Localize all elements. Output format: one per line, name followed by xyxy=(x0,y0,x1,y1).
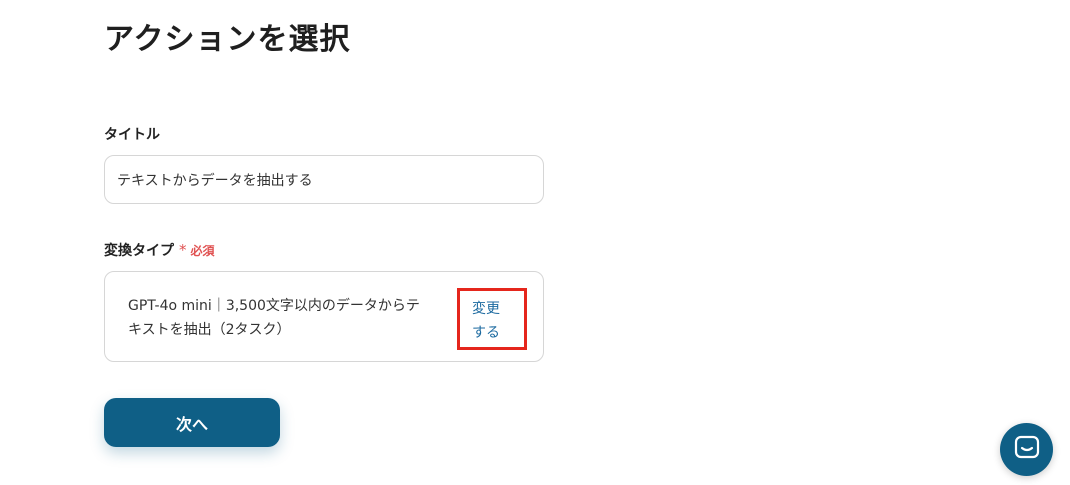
type-field-label: 変換タイプ * 必須 xyxy=(104,240,215,260)
change-link-line2: する xyxy=(472,325,500,341)
title-label-text: タイトル xyxy=(104,127,160,143)
conversion-type-value-line2: キストを抽出（2タスク） xyxy=(128,322,291,338)
conversion-type-value-line1: GPT-4o mini｜3,500文字以内のデータからテ xyxy=(128,298,420,314)
chat-launcher-button[interactable] xyxy=(1000,423,1053,476)
required-badge: 必須 xyxy=(190,243,215,258)
next-button[interactable]: 次へ xyxy=(104,398,280,447)
required-asterisk: * xyxy=(179,241,187,259)
conversion-type-value: GPT-4o mini｜3,500文字以内のデータからテ キストを抽出（2タスク… xyxy=(128,294,458,342)
title-input[interactable] xyxy=(104,155,544,204)
page: アクションを選択 タイトル 変換タイプ * 必須 GPT-4o mini｜3,5… xyxy=(0,0,1070,485)
change-type-link[interactable]: 変更 する xyxy=(457,288,527,350)
change-link-line1: 変更 xyxy=(472,301,500,317)
type-label-text: 変換タイプ xyxy=(104,243,174,259)
chat-bubble-icon xyxy=(1014,435,1040,465)
page-title: アクションを選択 xyxy=(104,22,351,57)
conversion-type-box: GPT-4o mini｜3,500文字以内のデータからテ キストを抽出（2タスク… xyxy=(104,271,544,362)
title-field-label: タイトル xyxy=(104,124,160,144)
